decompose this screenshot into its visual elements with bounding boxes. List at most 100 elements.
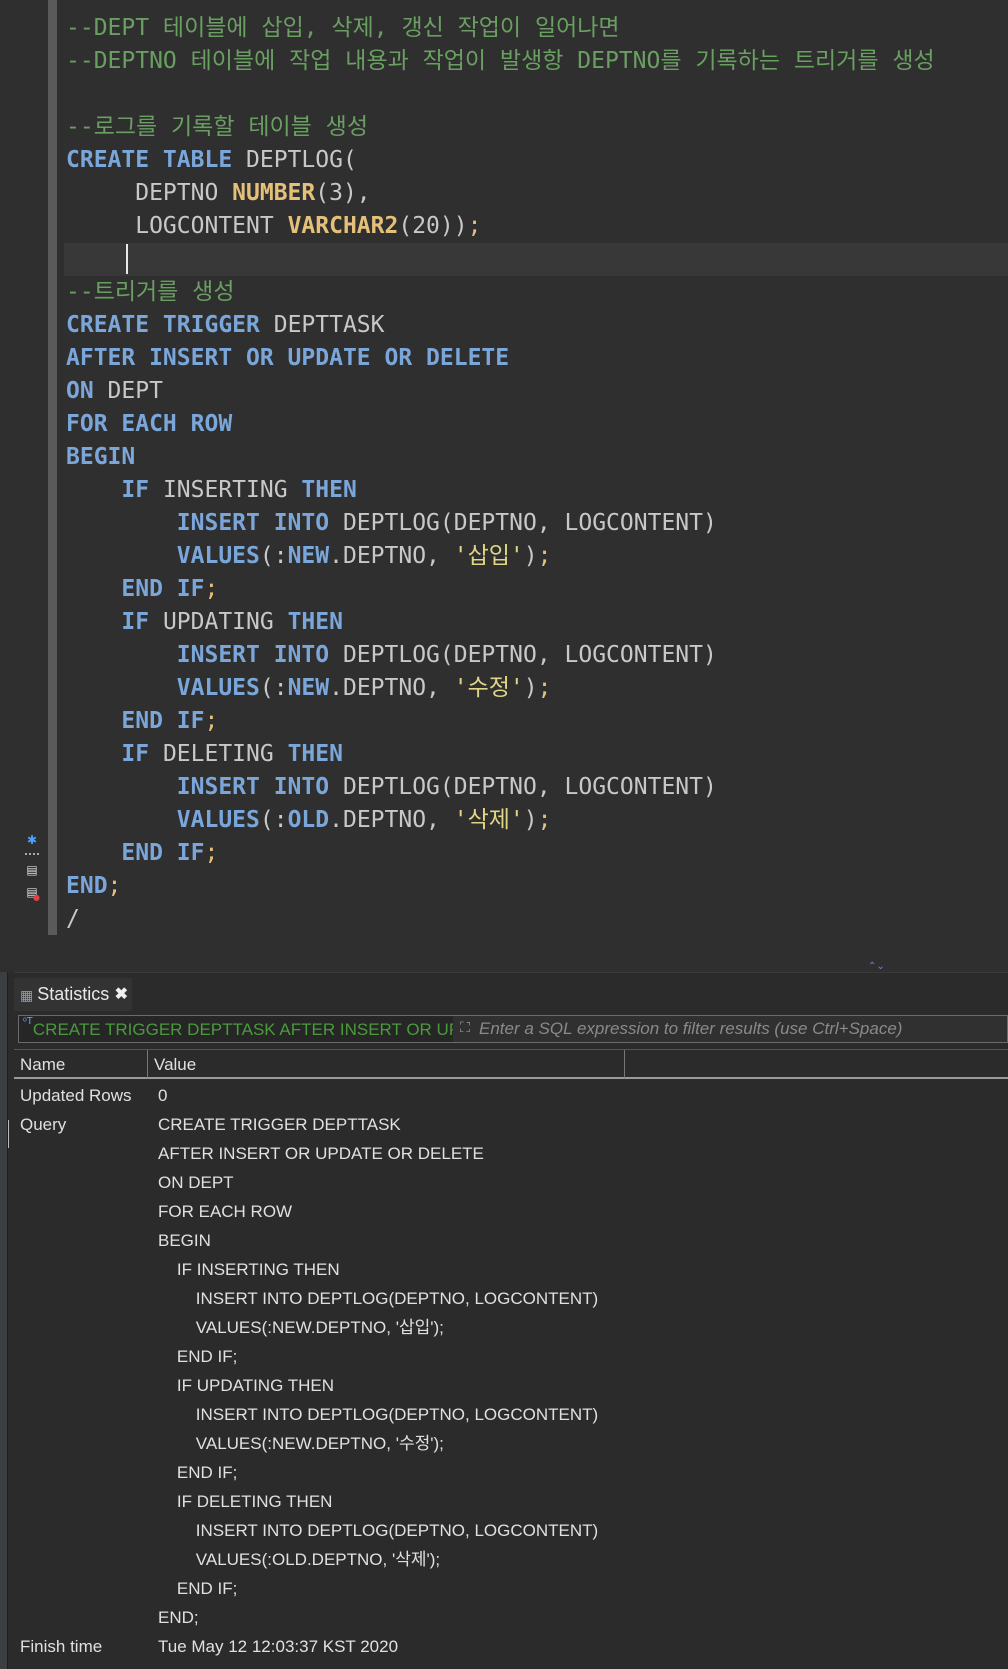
code-line[interactable]: [66, 78, 1008, 111]
code-area[interactable]: --DEPT 테이블에 삽입, 삭제, 갱신 작업이 일어나면 --DEPTNO …: [64, 12, 1008, 936]
code-token: INSERTING: [149, 477, 302, 503]
tab-statistics[interactable]: ▦ Statistics ✖: [14, 978, 132, 1011]
code-token: END IF: [121, 840, 205, 866]
code-line[interactable]: --트리거를 생성: [66, 276, 1008, 309]
code-line[interactable]: INSERT INTO DEPTLOG(DEPTNO, LOGCONTENT): [66, 771, 1008, 804]
query-line: END IF;: [158, 1347, 238, 1366]
code-token: LOGCONTENT: [66, 213, 288, 239]
code-token: '수정': [453, 675, 524, 701]
code-line[interactable]: AFTER INSERT OR UPDATE OR DELETE: [66, 342, 1008, 375]
code-token: CREATE TRIGGER: [66, 312, 260, 338]
code-line[interactable]: [64, 243, 1008, 276]
query-line: VALUES(:NEW.DEPTNO, '수정');: [158, 1434, 444, 1453]
updated-rows-label: Updated Rows: [20, 1086, 132, 1105]
script-error-icon[interactable]: ▤ ●: [24, 884, 40, 902]
expand-icon[interactable]: ⛶: [455, 1018, 475, 1038]
query-line: IF INSERTING THEN: [158, 1260, 340, 1279]
query-label: Query: [20, 1115, 67, 1134]
code-line[interactable]: FOR EACH ROW: [66, 408, 1008, 441]
text-caret: [126, 244, 128, 274]
sql-editor[interactable]: ✱ ▤ ▤ ● --DEPT 테이블에 삽입, 삭제, 갱신 작업이 일어나면 --…: [0, 0, 1008, 972]
code-token: END: [66, 873, 108, 899]
code-token: --트리거를 생성: [66, 279, 235, 305]
finish-time-value: Tue May 12 12:03:37 KST 2020: [158, 1637, 399, 1656]
code-line[interactable]: /: [66, 903, 1008, 936]
code-token: END IF: [121, 576, 205, 602]
code-token: CREATE TABLE: [66, 147, 233, 173]
code-line[interactable]: --로그를 기록할 테이블 생성: [66, 111, 1008, 144]
code-token: NEW: [287, 543, 330, 569]
settings-icon[interactable]: ✱: [24, 832, 40, 848]
statistics-panel: ▦ Statistics ✖ ᵒTCREATE TRIGGER DEPTTASK …: [14, 972, 1008, 1669]
query-line: VALUES(:NEW.DEPTNO, '삽입');: [158, 1318, 444, 1337]
code-line[interactable]: --DEPTNO 테이블에 작업 내용과 작업이 발생항 DEPTNO를 기록하…: [66, 45, 1008, 78]
code-line[interactable]: END;: [66, 870, 1008, 903]
code-token: /: [66, 906, 80, 932]
code-token: INSERT INTO: [176, 510, 330, 536]
code-line[interactable]: CREATE TRIGGER DEPTTASK: [66, 309, 1008, 342]
code-token: IF: [121, 609, 150, 635]
code-token: ): [523, 675, 538, 701]
code-token: (:: [259, 807, 288, 833]
script-icon[interactable]: ▤: [24, 862, 40, 878]
table-row[interactable]: Finish time Tue May 12 12:03:37 KST 2020: [14, 1632, 1008, 1661]
table-row[interactable]: Query CREATE TRIGGER DEPTTASK AFTER INSER…: [14, 1110, 1008, 1632]
filter-input[interactable]: [479, 1017, 999, 1041]
code-line[interactable]: END IF;: [66, 837, 1008, 870]
code-token: VALUES: [176, 675, 260, 701]
code-line[interactable]: LOGCONTENT VARCHAR2(20));: [66, 210, 1008, 243]
code-line[interactable]: END IF;: [66, 705, 1008, 738]
column-header-name[interactable]: Name: [14, 1050, 148, 1078]
query-line: AFTER INSERT OR UPDATE OR DELETE: [158, 1144, 484, 1163]
code-token: .DEPTNO,: [329, 543, 454, 569]
code-line[interactable]: VALUES(:NEW.DEPTNO, '수정');: [66, 672, 1008, 705]
code-line[interactable]: VALUES(:NEW.DEPTNO, '삽입');: [66, 540, 1008, 573]
query-text: CREATE TRIGGER DEPTTASK AFTER INSERT OR …: [32, 1020, 453, 1039]
code-token: DEPTLOG(DEPTNO, LOGCONTENT): [329, 774, 717, 800]
code-token: ;: [537, 675, 552, 701]
table-row[interactable]: Updated Rows 0: [14, 1081, 1008, 1110]
query-line: INSERT INTO DEPTLOG(DEPTNO, LOGCONTENT): [158, 1521, 599, 1540]
code-line[interactable]: INSERT INTO DEPTLOG(DEPTNO, LOGCONTENT): [66, 507, 1008, 540]
query-line: ON DEPT: [158, 1173, 234, 1192]
code-line[interactable]: DEPTNO NUMBER(3),: [66, 177, 1008, 210]
code-line[interactable]: CREATE TABLE DEPTLOG(: [66, 144, 1008, 177]
query-line: END IF;: [158, 1463, 238, 1482]
table-header: Name Value: [14, 1049, 1008, 1079]
code-line[interactable]: IF DELETING THEN: [66, 738, 1008, 771]
code-token: INSERT INTO: [176, 774, 330, 800]
query-line: CREATE TRIGGER DEPTTASK: [158, 1115, 401, 1134]
code-token: (20)): [398, 213, 468, 239]
code-token: DEPTLOG(DEPTNO, LOGCONTENT): [329, 510, 717, 536]
grid-icon: ▦: [20, 987, 34, 1003]
query-line: INSERT INTO DEPTLOG(DEPTNO, LOGCONTENT): [158, 1405, 599, 1424]
code-line[interactable]: INSERT INTO DEPTLOG(DEPTNO, LOGCONTENT): [66, 639, 1008, 672]
code-token: VALUES: [176, 807, 260, 833]
editor-ruler: [48, 0, 57, 935]
code-line[interactable]: END IF;: [66, 573, 1008, 606]
sash-handle[interactable]: [8, 1120, 12, 1148]
close-icon[interactable]: ✖: [115, 978, 128, 1011]
gutter-separator: [25, 853, 39, 855]
query-text-dropdown[interactable]: ᵒTCREATE TRIGGER DEPTTASK AFTER INSERT O…: [19, 1016, 453, 1042]
code-token: .DEPTNO,: [329, 675, 454, 701]
code-token: ON: [66, 378, 94, 404]
code-line[interactable]: IF UPDATING THEN: [66, 606, 1008, 639]
code-line[interactable]: BEGIN: [66, 441, 1008, 474]
column-header-value[interactable]: Value: [148, 1050, 625, 1078]
code-line[interactable]: ON DEPT: [66, 375, 1008, 408]
code-token: THEN: [301, 477, 357, 503]
code-line[interactable]: VALUES(:OLD.DEPTNO, '삭제');: [66, 804, 1008, 837]
code-line[interactable]: --DEPT 테이블에 삽입, 삭제, 갱신 작업이 일어나면: [66, 12, 1008, 45]
code-token: (:: [259, 543, 288, 569]
code-line[interactable]: IF INSERTING THEN: [66, 474, 1008, 507]
collapse-icon[interactable]: ⌃⌄: [868, 962, 894, 972]
code-token: BEGIN: [66, 444, 136, 470]
